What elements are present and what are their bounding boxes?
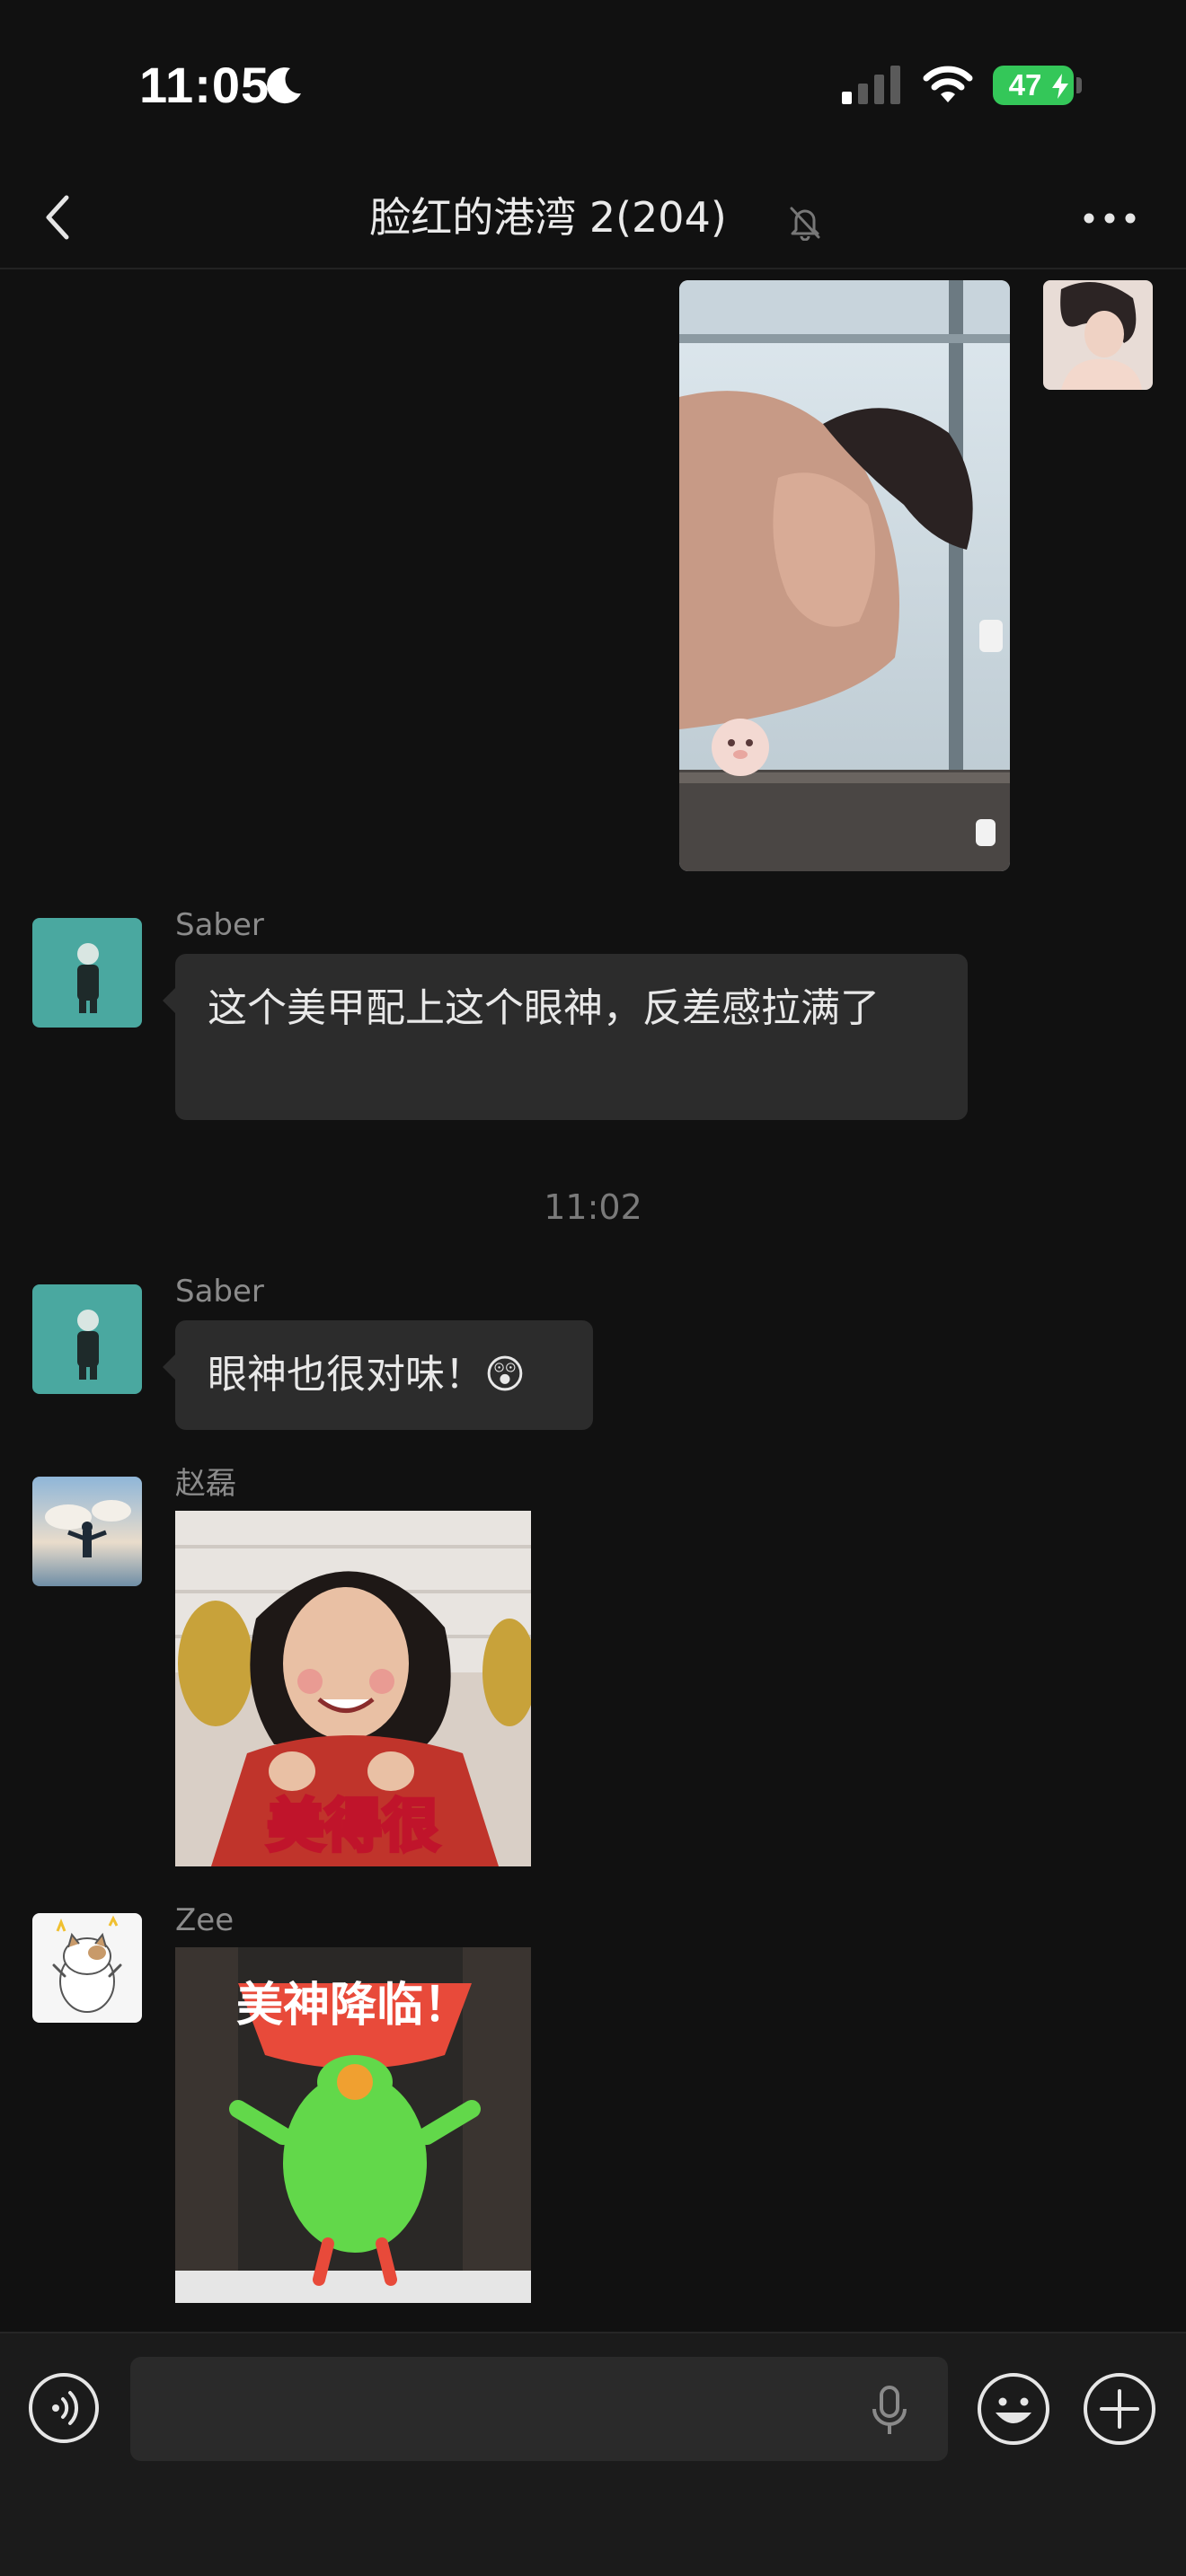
sender-avatar[interactable] [32, 1477, 142, 1586]
message-bubble[interactable]: 这个美甲配上这个眼神，反差感拉满了 [163, 954, 968, 1120]
status-bar: 11:05 47 [0, 0, 1186, 171]
sender-avatar[interactable] [32, 918, 142, 1028]
chat-title: 脸红的港湾 2(204) [369, 193, 727, 242]
message-bubble[interactable]: 眼神也很对味！😲 [163, 1320, 593, 1430]
moon-icon [267, 67, 301, 104]
message-photo[interactable] [679, 280, 1010, 871]
sender-name: Saber [175, 907, 264, 943]
battery-level: 47 [1008, 68, 1042, 101]
emoji-icon[interactable] [976, 2371, 1051, 2447]
voice-mode-icon[interactable] [27, 2371, 101, 2445]
my-avatar[interactable] [1043, 280, 1153, 390]
sticker-image[interactable]: 美得很 [175, 1511, 531, 1866]
message-input[interactable] [130, 2357, 948, 2461]
charging-bolt-icon [1052, 74, 1068, 99]
sender-name: 赵磊 [175, 1466, 236, 1502]
photo-thumbnail [679, 280, 1010, 871]
sender-name: Saber [175, 1274, 264, 1310]
message-timestamp: 11:02 [544, 1187, 642, 1227]
sticker-caption: 美得很 [265, 1792, 441, 1862]
battery-cap [1076, 77, 1082, 93]
battery-indicator: 47 [993, 66, 1074, 105]
status-time: 11:05 [139, 57, 270, 113]
bell-slash-icon [790, 207, 820, 241]
chat-screen: 11:05 47 脸红的港湾 2(204) Saber 这个美甲配上这个眼神，反… [0, 0, 1186, 2576]
chat-header: 脸红的港湾 2(204) [0, 171, 1186, 269]
input-bar [0, 2332, 1186, 2576]
sender-avatar[interactable] [32, 1913, 142, 2023]
wifi-icon [923, 66, 973, 102]
sender-avatar[interactable] [32, 1284, 142, 1394]
sender-name: Zee [175, 1902, 235, 1938]
chevron-left-icon[interactable] [36, 190, 81, 244]
more-dots-icon[interactable] [1078, 205, 1141, 232]
plus-icon[interactable] [1082, 2371, 1157, 2447]
microphone-icon[interactable] [867, 2384, 912, 2438]
sticker-image[interactable]: 美神降临！ [175, 1947, 531, 2303]
cellular-signal-icon [842, 66, 900, 104]
sticker-caption: 美神降临！ [235, 1979, 470, 2033]
